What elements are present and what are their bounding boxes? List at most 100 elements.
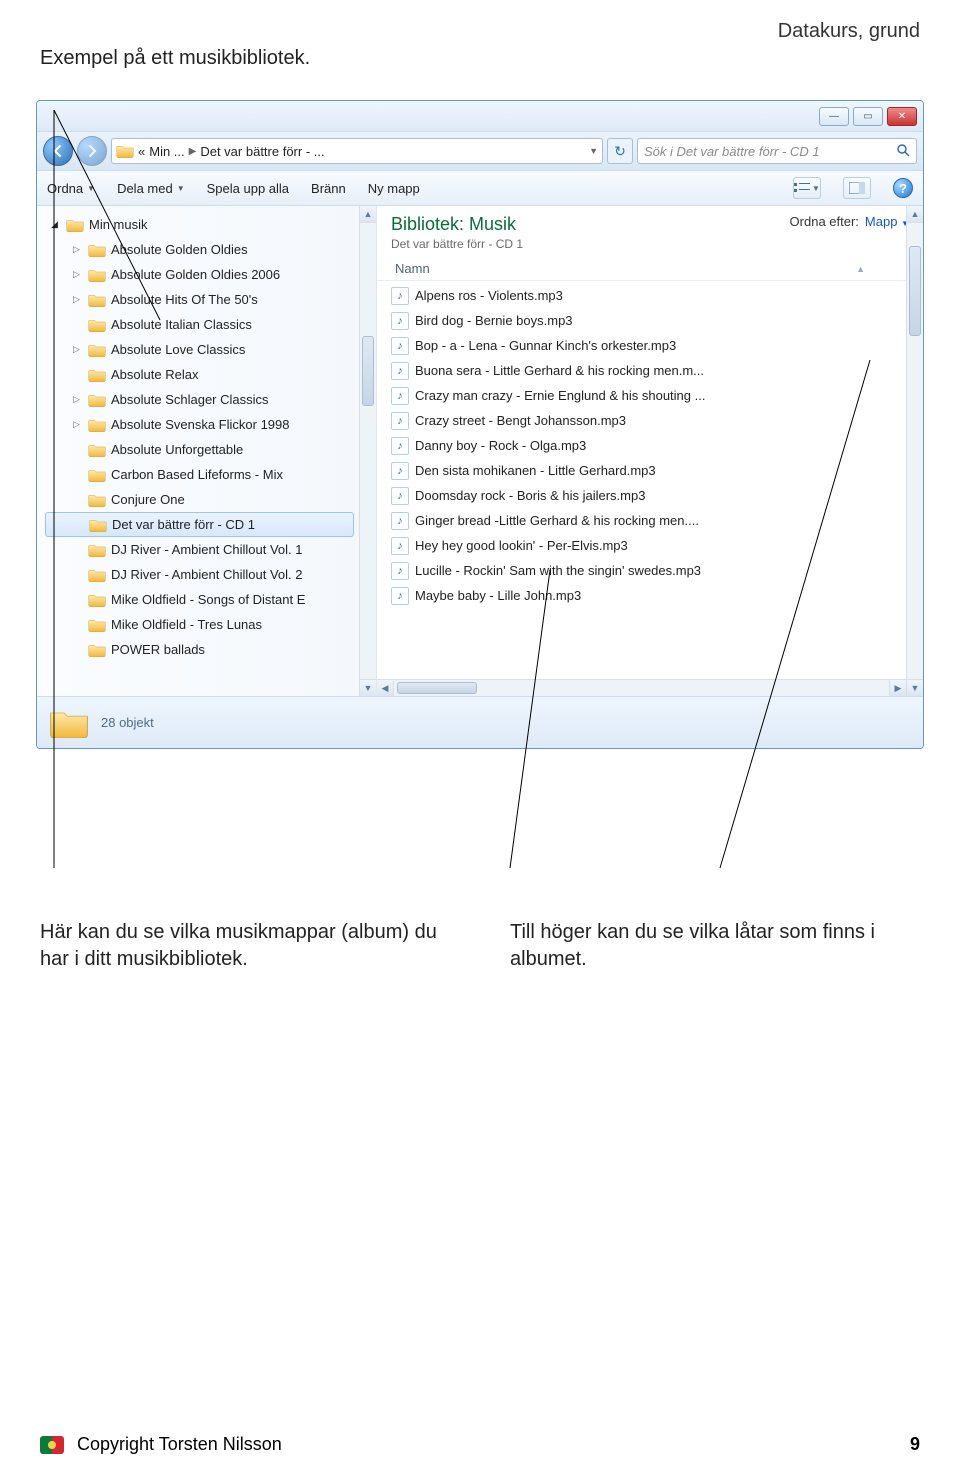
close-button[interactable]: ✕ xyxy=(887,107,917,126)
file-row[interactable]: ♪ Alpens ros - Violents.mp3 xyxy=(391,283,923,308)
tree-item-label: Absolute Love Classics xyxy=(111,342,245,357)
search-input[interactable]: Sök i Det var bättre förr - CD 1 xyxy=(637,138,917,164)
maximize-button[interactable]: ▭ xyxy=(853,107,883,126)
callout-right: Till höger kan du se vilka låtar som fin… xyxy=(510,919,920,973)
file-name: Danny boy - Rock - Olga.mp3 xyxy=(415,438,586,453)
file-row[interactable]: ♪Hey hey good lookin' - Per-Elvis.mp3 xyxy=(391,533,923,558)
tree-item[interactable]: ▷ Absolute Svenska Flickor 1998 xyxy=(45,412,376,437)
file-row[interactable]: ♪Crazy man crazy - Ernie Englund & his s… xyxy=(391,383,923,408)
burn-button[interactable]: Bränn xyxy=(311,181,346,196)
breadcrumb-part[interactable]: Det var bättre förr - ... xyxy=(200,144,324,159)
scroll-thumb[interactable] xyxy=(397,682,477,694)
file-row[interactable]: ♪Den sista mohikanen - Little Gerhard.mp… xyxy=(391,458,923,483)
tree-item-label: Absolute Svenska Flickor 1998 xyxy=(111,417,289,432)
file-pane: Bibliotek: Musik Det var bättre förr - C… xyxy=(377,206,923,696)
expand-icon[interactable]: ▷ xyxy=(73,269,83,280)
tree-item[interactable]: ▷ Absolute Golden Oldies 2006 xyxy=(45,262,376,287)
tree-item[interactable]: DJ River - Ambient Chillout Vol. 1 xyxy=(45,537,376,562)
organize-menu[interactable]: Ordna▼ xyxy=(47,181,95,196)
file-row[interactable]: ♪Lucille - Rockin' Sam with the singin' … xyxy=(391,558,923,583)
breadcrumb-drop-icon[interactable]: ▼ xyxy=(589,146,598,156)
file-row[interactable]: ♪Bird dog - Bernie boys.mp3 xyxy=(391,308,923,333)
column-name[interactable]: Namn xyxy=(395,261,430,276)
scroll-thumb[interactable] xyxy=(909,246,921,336)
tree-item-label: Absolute Golden Oldies 2006 xyxy=(111,267,280,282)
help-button[interactable]: ? xyxy=(893,178,913,198)
expand-icon[interactable]: ▷ xyxy=(73,294,83,305)
file-name: Den sista mohikanen - Little Gerhard.mp3 xyxy=(415,463,656,478)
tree-item[interactable]: ▷Absolute Hits Of The 50's xyxy=(45,287,376,312)
music-file-icon: ♪ xyxy=(391,287,409,305)
page-number: 9 xyxy=(910,1434,920,1455)
file-row[interactable]: ♪Doomsday rock - Boris & his jailers.mp3 xyxy=(391,483,923,508)
forward-button[interactable] xyxy=(77,136,107,166)
tree-item[interactable]: Det var bättre förr - CD 1 xyxy=(45,512,354,537)
content-scrollbar-h[interactable]: ◀ ▶ xyxy=(377,679,906,696)
expand-icon[interactable]: ▷ xyxy=(73,244,83,255)
file-name: Bop - a - Lena - Gunnar Kinch's orkester… xyxy=(415,338,676,353)
folder-icon xyxy=(88,443,106,457)
folder-icon xyxy=(88,243,106,257)
scroll-right-icon[interactable]: ▶ xyxy=(889,680,906,696)
tree-item[interactable]: Mike Oldfield - Songs of Distant E xyxy=(45,587,376,612)
sort-dropdown[interactable]: Mapp ▼ xyxy=(865,214,909,229)
folder-icon xyxy=(88,343,106,357)
tree-item-label: Absolute Italian Classics xyxy=(111,317,252,332)
breadcrumb-part[interactable]: Min ... xyxy=(149,144,184,159)
tree-item[interactable]: ▷Absolute Schlager Classics xyxy=(45,387,376,412)
scroll-down-icon[interactable]: ▼ xyxy=(907,679,923,696)
folder-icon xyxy=(88,293,106,307)
scroll-up-icon[interactable]: ▲ xyxy=(360,206,376,223)
breadcrumb[interactable]: « Min ... ▶ Det var bättre förr - ... ▼ xyxy=(111,138,603,164)
preview-pane-button[interactable] xyxy=(843,177,871,199)
file-row[interactable]: ♪Crazy street - Bengt Johansson.mp3 xyxy=(391,408,923,433)
file-name: Crazy street - Bengt Johansson.mp3 xyxy=(415,413,626,428)
tree-item[interactable]: ▷Absolute Golden Oldies xyxy=(45,237,376,262)
minimize-button[interactable]: — xyxy=(819,107,849,126)
scroll-down-icon[interactable]: ▼ xyxy=(360,679,376,696)
back-button[interactable] xyxy=(43,136,73,166)
view-mode-button[interactable]: ▼ xyxy=(793,177,821,199)
file-row[interactable]: ♪Buona sera - Little Gerhard & his rocki… xyxy=(391,358,923,383)
file-row[interactable]: ♪Ginger bread -Little Gerhard & his rock… xyxy=(391,508,923,533)
tree-item[interactable]: Absolute Italian Classics xyxy=(45,312,376,337)
file-name: Alpens ros - Violents.mp3 xyxy=(415,288,563,303)
file-row[interactable]: ♪Maybe baby - Lille John.mp3 xyxy=(391,583,923,608)
scroll-thumb[interactable] xyxy=(362,336,374,406)
tree-item[interactable]: Absolute Unforgettable xyxy=(45,437,376,462)
tree-item[interactable]: ▷ Absolute Love Classics xyxy=(45,337,376,362)
file-name: Lucille - Rockin' Sam with the singin' s… xyxy=(415,563,701,578)
tree-item[interactable]: POWER ballads xyxy=(45,637,376,662)
status-bar: 28 objekt xyxy=(37,696,923,748)
folder-icon xyxy=(88,318,106,332)
scroll-up-icon[interactable]: ▲ xyxy=(907,206,923,223)
play-all-button[interactable]: Spela upp alla xyxy=(207,181,289,196)
tree-item[interactable]: Carbon Based Lifeforms - Mix xyxy=(45,462,376,487)
column-header[interactable]: Namn ▲ xyxy=(377,255,923,281)
search-placeholder: Sök i Det var bättre förr - CD 1 xyxy=(644,144,820,159)
explorer-window: — ▭ ✕ « Min ... ▶ Det var bättre förr - … xyxy=(36,100,924,749)
footer-text: Copyright Torsten Nilsson xyxy=(77,1434,282,1454)
share-menu[interactable]: Dela med▼ xyxy=(117,181,185,196)
tree-item-label: Carbon Based Lifeforms - Mix xyxy=(111,467,283,482)
tree-root-item[interactable]: ◢ Min musik xyxy=(45,212,376,237)
folder-icon xyxy=(88,568,106,582)
expand-icon[interactable]: ▷ xyxy=(73,394,83,405)
scroll-left-icon[interactable]: ◀ xyxy=(377,680,394,696)
expand-icon[interactable]: ▷ xyxy=(73,344,83,355)
tree-scrollbar[interactable]: ▲ ▼ xyxy=(359,206,376,696)
collapse-icon[interactable]: ◢ xyxy=(51,219,61,230)
new-folder-button[interactable]: Ny mapp xyxy=(368,181,420,196)
tree-item[interactable]: Mike Oldfield - Tres Lunas xyxy=(45,612,376,637)
file-row[interactable]: ♪Danny boy - Rock - Olga.mp3 xyxy=(391,433,923,458)
tree-item[interactable]: Absolute Relax xyxy=(45,362,376,387)
file-row[interactable]: ♪Bop - a - Lena - Gunnar Kinch's orkeste… xyxy=(391,333,923,358)
tree-item[interactable]: Conjure One xyxy=(45,487,376,512)
folder-icon xyxy=(116,144,134,158)
expand-icon[interactable]: ▷ xyxy=(73,419,83,430)
content-scrollbar-v[interactable]: ▲ ▼ xyxy=(906,206,923,696)
file-name: Buona sera - Little Gerhard & his rockin… xyxy=(415,363,704,378)
refresh-button[interactable]: ↻ xyxy=(607,138,633,164)
tree-item[interactable]: DJ River - Ambient Chillout Vol. 2 xyxy=(45,562,376,587)
music-file-icon: ♪ xyxy=(391,387,409,405)
